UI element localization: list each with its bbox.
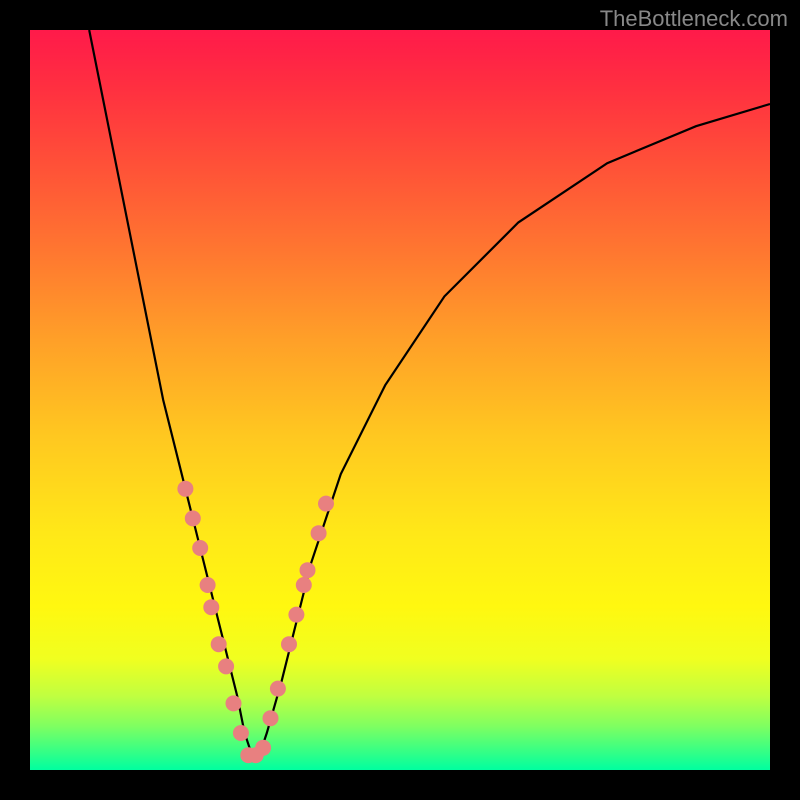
marker-dot	[300, 562, 316, 578]
marker-dot	[200, 577, 216, 593]
marker-dot	[177, 481, 193, 497]
marker-dot	[311, 525, 327, 541]
marker-dot	[296, 577, 312, 593]
marker-dot	[270, 681, 286, 697]
marker-dot	[233, 725, 249, 741]
highlight-dots	[177, 481, 334, 763]
chart-container: TheBottleneck.com	[0, 0, 800, 800]
plot-area	[30, 30, 770, 770]
marker-dot	[218, 658, 234, 674]
watermark-text: TheBottleneck.com	[600, 6, 788, 32]
marker-dot	[226, 695, 242, 711]
marker-dot	[318, 496, 334, 512]
bottleneck-curve	[89, 30, 770, 755]
curve-svg	[30, 30, 770, 770]
marker-dot	[281, 636, 297, 652]
marker-dot	[263, 710, 279, 726]
marker-dot	[255, 740, 271, 756]
marker-dot	[192, 540, 208, 556]
marker-dot	[288, 607, 304, 623]
marker-dot	[203, 599, 219, 615]
marker-dot	[185, 510, 201, 526]
marker-dot	[211, 636, 227, 652]
